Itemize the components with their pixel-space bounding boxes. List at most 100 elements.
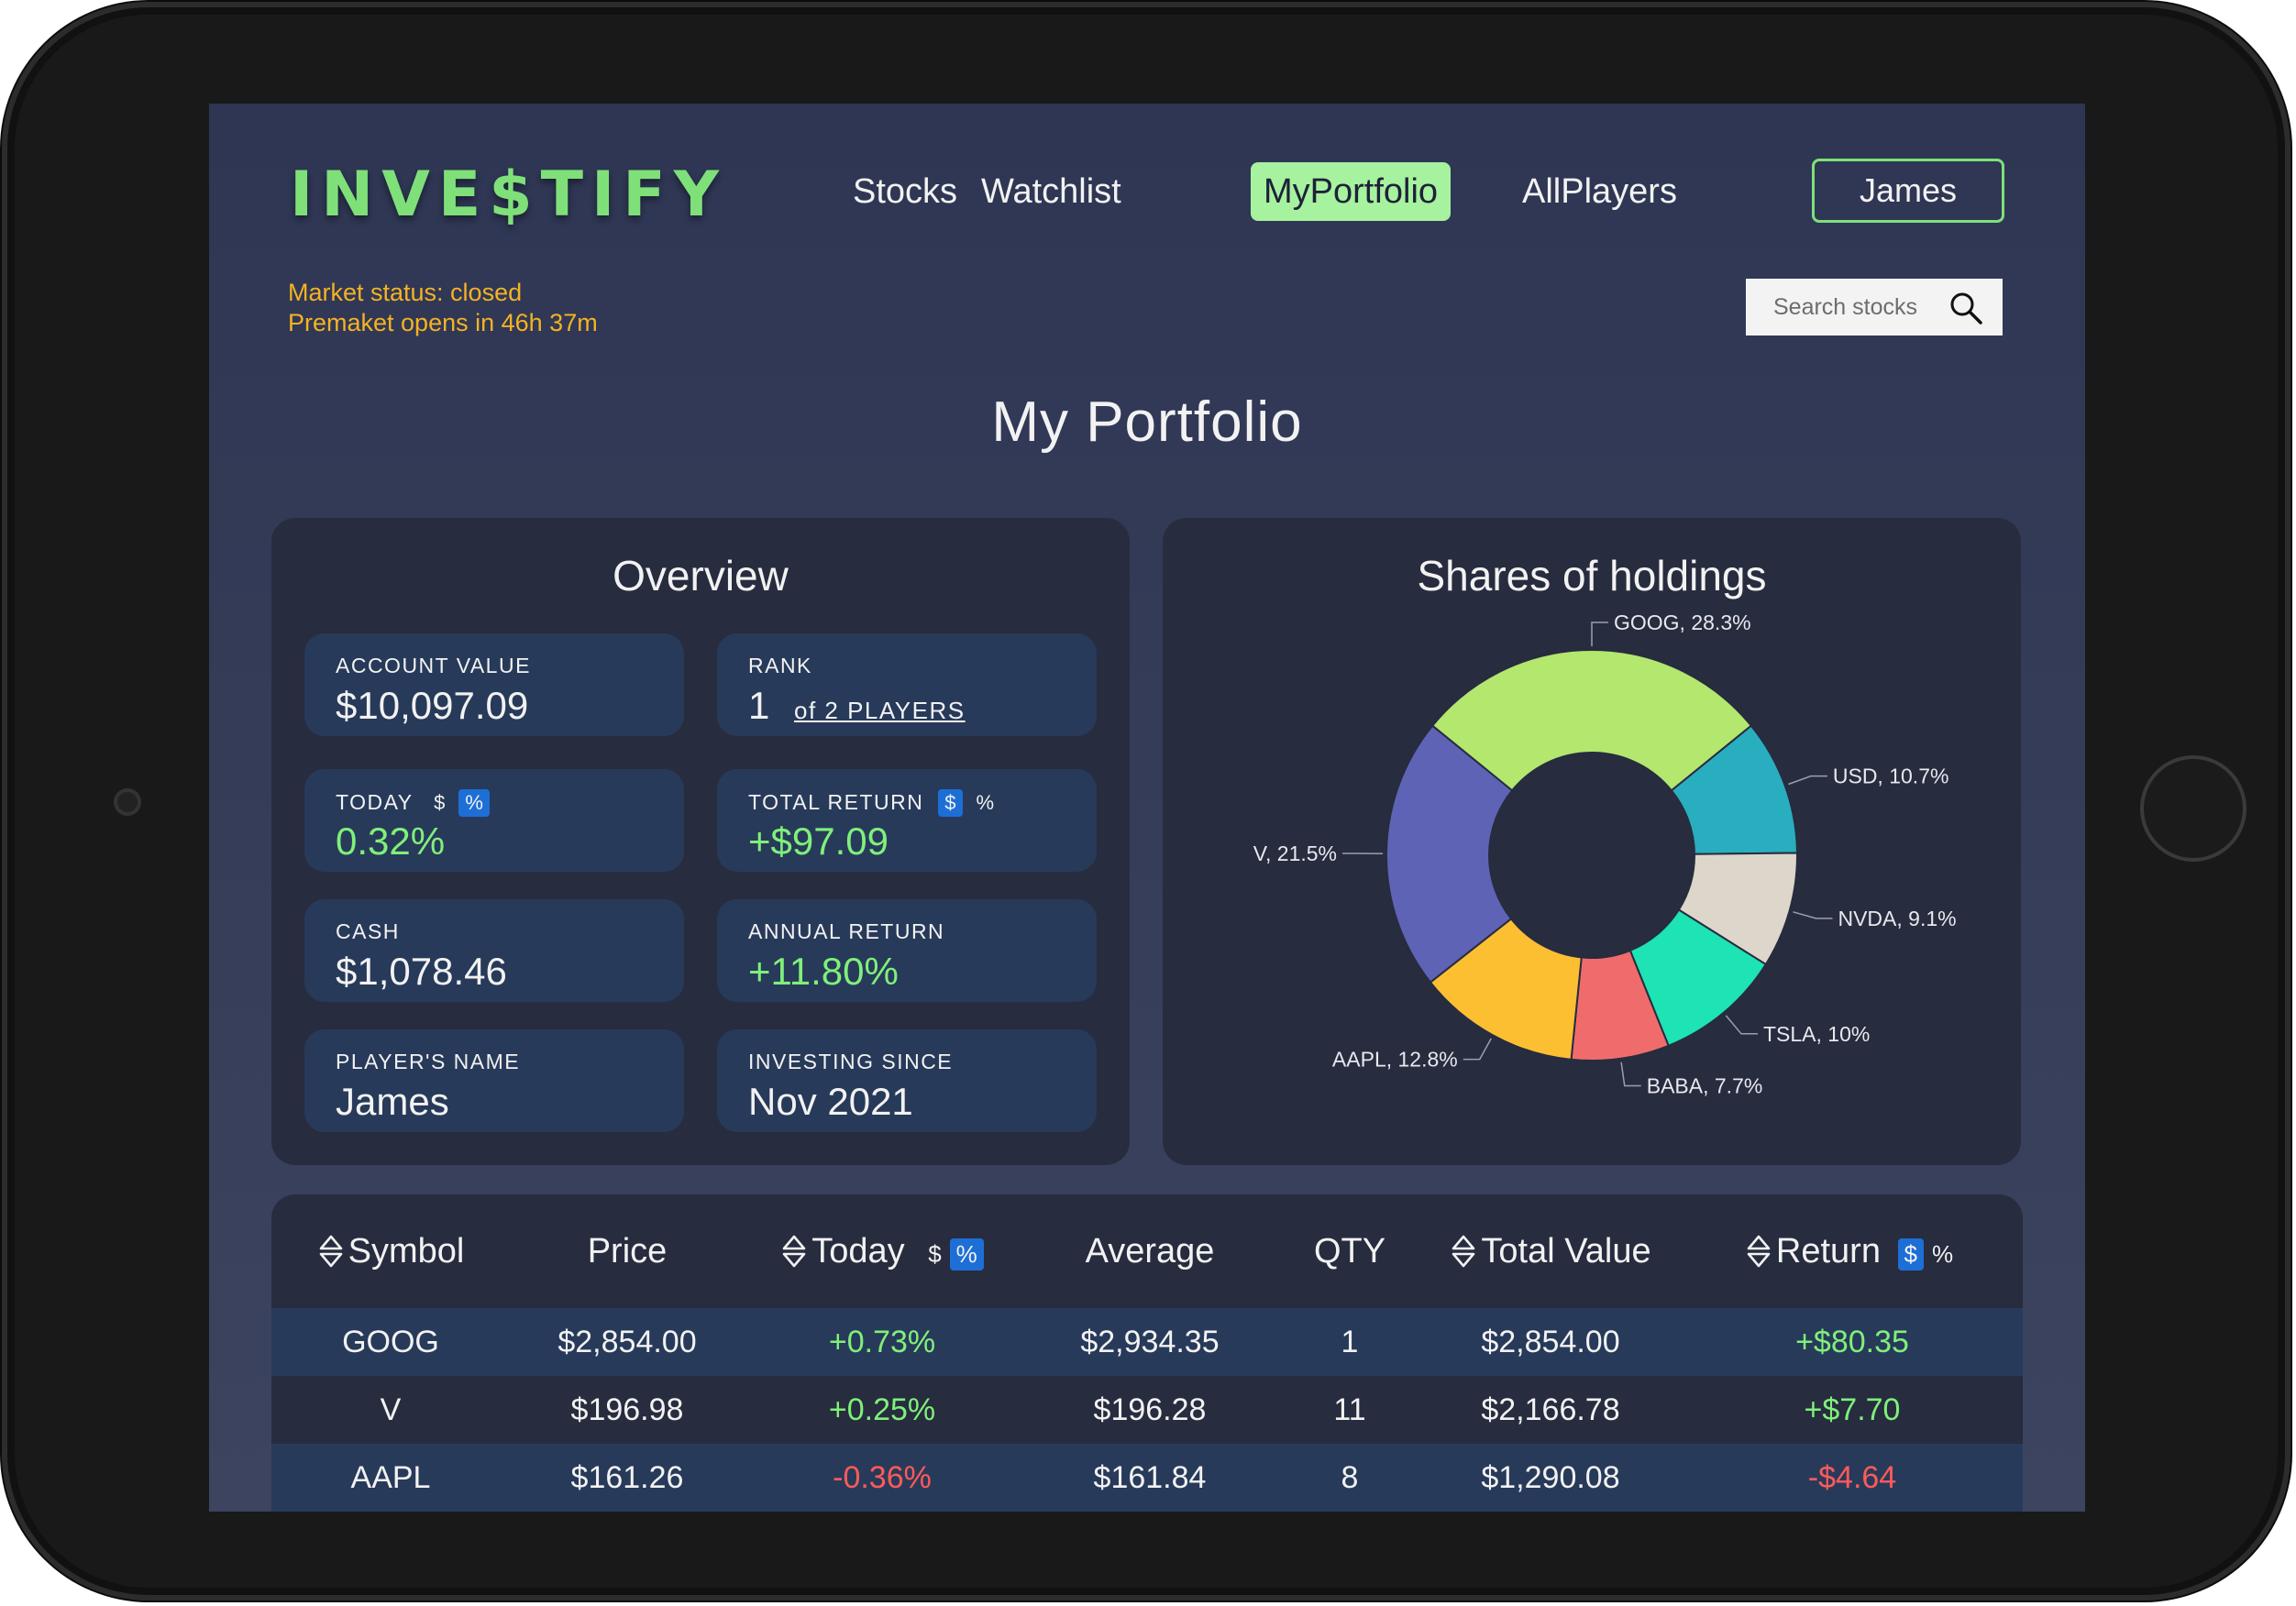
- cell-today: +0.73%: [745, 1308, 1020, 1376]
- donut-label-v: V, 21.5%: [1253, 842, 1337, 865]
- sort-icon[interactable]: [1745, 1233, 1772, 1270]
- donut-label-usd: USD, 10.7%: [1833, 764, 1949, 788]
- cell-average: $2,934.35: [1020, 1308, 1280, 1376]
- app-logo[interactable]: INVE$TIFY: [290, 159, 727, 231]
- today-column-percent-toggle[interactable]: %: [949, 1238, 984, 1270]
- cell-qty: 11: [1333, 1392, 1366, 1427]
- cell-price: $161.26: [510, 1444, 745, 1512]
- annual-return-card: ANNUAL RETURN +11.80%: [717, 899, 1097, 1002]
- header-average: Average: [1085, 1231, 1215, 1270]
- table-row[interactable]: GOOG $2,854.00 +0.73% $2,934.35 1 $2,854…: [271, 1308, 2023, 1376]
- donut-leader-line: [1463, 1038, 1492, 1061]
- header-symbol[interactable]: Symbol: [271, 1194, 510, 1308]
- total-return-percent-toggle[interactable]: %: [970, 789, 1001, 817]
- investing-since-label: INVESTING SINCE: [748, 1050, 954, 1073]
- donut-label-tsla: TSLA, 10%: [1763, 1022, 1870, 1046]
- table-header-row: Symbol Price Today $% Average QTY Total …: [271, 1194, 2023, 1308]
- cell-return: -$4.64: [1682, 1444, 2023, 1512]
- donut-label-baba: BABA, 7.7%: [1647, 1073, 1763, 1097]
- camera-icon: [114, 788, 141, 816]
- page-title: My Portfolio: [991, 390, 1303, 454]
- today-dollar-toggle[interactable]: $: [427, 789, 451, 817]
- donut-leader-line: [1788, 775, 1827, 786]
- cell-symbol[interactable]: AAPL: [271, 1444, 510, 1512]
- cell-total-value: $1,290.08: [1419, 1444, 1682, 1512]
- today-column-dollar-toggle[interactable]: $: [922, 1238, 947, 1270]
- nav-watchlist[interactable]: Watchlist: [968, 162, 1134, 221]
- sort-icon[interactable]: [1450, 1233, 1477, 1270]
- players-link[interactable]: of 2 PLAYERS: [794, 697, 966, 725]
- holdings-donut-chart: GOOG, 28.3% USD, 10.7% NVDA, 9.1% TSLA, 10%…: [1253, 610, 1957, 1097]
- user-button[interactable]: James: [1812, 159, 2004, 223]
- search-input[interactable]: [1746, 279, 1948, 336]
- cell-qty: 1: [1280, 1308, 1419, 1376]
- nav-myportfolio[interactable]: MyPortfolio: [1251, 162, 1452, 221]
- market-status-text: Market status: closed: [288, 279, 523, 306]
- header-total-value-label: Total Value: [1481, 1231, 1651, 1270]
- home-button[interactable]: [2140, 755, 2246, 862]
- header-return[interactable]: Return $%: [1682, 1194, 2023, 1308]
- account-value: $10,097.09: [336, 684, 529, 727]
- rank-value: 1: [748, 684, 770, 727]
- players-name-label: PLAYER'S NAME: [336, 1050, 521, 1073]
- donut-leader-line: [1793, 911, 1833, 919]
- today-value: 0.32%: [336, 820, 446, 863]
- table-row[interactable]: V $196.98 +0.25% $196.28 11 $2,166.78 +$…: [271, 1376, 2023, 1444]
- cell-price: $2,854.00: [510, 1308, 745, 1376]
- overview-panel: Overview ACCOUNT VALUE $10,097.09 RANK 1…: [271, 518, 1130, 1165]
- cash-value: $1,078.46: [336, 950, 507, 993]
- today-percent-toggle[interactable]: %: [458, 789, 490, 817]
- return-column-percent-toggle[interactable]: %: [1926, 1238, 1959, 1270]
- total-return-label-row: TOTAL RETURN $%: [748, 789, 1000, 817]
- donut-label-aapl: AAPL, 12.8%: [1332, 1048, 1458, 1072]
- header-total-value[interactable]: Total Value: [1419, 1194, 1682, 1308]
- account-value-label: ACCOUNT VALUE: [336, 654, 531, 677]
- total-return-label: TOTAL RETURN: [748, 790, 924, 814]
- return-column-dollar-toggle[interactable]: $: [1897, 1238, 1924, 1270]
- header-today[interactable]: Today $%: [745, 1194, 1020, 1308]
- cell-total-value: $2,854.00: [1419, 1308, 1682, 1376]
- tablet-frame: INVE$TIFY Stocks Watchlist MyPortfolio A…: [2, 2, 2290, 1600]
- cell-return: +$80.35: [1682, 1308, 2023, 1376]
- cell-symbol[interactable]: V: [271, 1376, 510, 1444]
- investing-since-value: Nov 2021: [748, 1080, 913, 1123]
- premarket-countdown: Premaket opens in 46h 37m: [288, 309, 598, 336]
- cell-today: +0.25%: [828, 1392, 936, 1427]
- total-return-dollar-toggle[interactable]: $: [938, 789, 963, 817]
- table-row[interactable]: AAPL $161.26 -0.36% $161.84 8 $1,290.08 …: [271, 1444, 2023, 1512]
- sort-icon[interactable]: [317, 1233, 345, 1270]
- cell-symbol[interactable]: GOOG: [271, 1308, 510, 1376]
- nav-stocks[interactable]: Stocks: [840, 162, 970, 221]
- holdings-table-panel: Symbol Price Today $% Average QTY Total …: [271, 1194, 2023, 1512]
- total-return-card: TOTAL RETURN $% +$97.09: [717, 769, 1097, 872]
- holdings-chart-panel: Shares of holdings GOOG, 28.3% USD, 10.7%…: [1163, 518, 2021, 1165]
- header-price: Price: [587, 1231, 668, 1270]
- annual-return-value: +11.80%: [748, 950, 899, 993]
- app-screen: INVE$TIFY Stocks Watchlist MyPortfolio A…: [209, 104, 2085, 1512]
- donut-leader-line: [1591, 622, 1608, 646]
- header-qty: QTY: [1313, 1231, 1386, 1270]
- cell-average: $196.28: [1093, 1392, 1207, 1427]
- rank-label: RANK: [748, 654, 812, 677]
- cell-today: -0.36%: [745, 1444, 1020, 1512]
- donut-label-goog: GOOG, 28.3%: [1614, 610, 1751, 634]
- players-name-card: PLAYER'S NAME James: [304, 1029, 684, 1132]
- cell-return: +$7.70: [1804, 1392, 1901, 1427]
- search-icon[interactable]: [1948, 290, 1984, 326]
- cell-average: $161.84: [1020, 1444, 1280, 1512]
- players-name-value: James: [336, 1080, 449, 1123]
- header-symbol-label: Symbol: [348, 1231, 465, 1270]
- header-return-label: Return: [1775, 1231, 1881, 1270]
- total-return-value: +$97.09: [748, 820, 889, 863]
- investing-since-card: INVESTING SINCE Nov 2021: [717, 1029, 1097, 1132]
- annual-return-label: ANNUAL RETURN: [748, 919, 945, 943]
- overview-title: Overview: [613, 552, 789, 600]
- cash-label: CASH: [336, 919, 400, 943]
- cell-total-value: $2,166.78: [1481, 1392, 1620, 1427]
- donut-leader-line: [1725, 1015, 1758, 1035]
- today-card: TODAY $% 0.32%: [304, 769, 684, 872]
- sort-icon[interactable]: [780, 1233, 808, 1270]
- donut-leader-line: [1620, 1062, 1641, 1087]
- account-value-card: ACCOUNT VALUE $10,097.09: [304, 633, 684, 736]
- nav-allplayers[interactable]: AllPlayers: [1509, 162, 1690, 221]
